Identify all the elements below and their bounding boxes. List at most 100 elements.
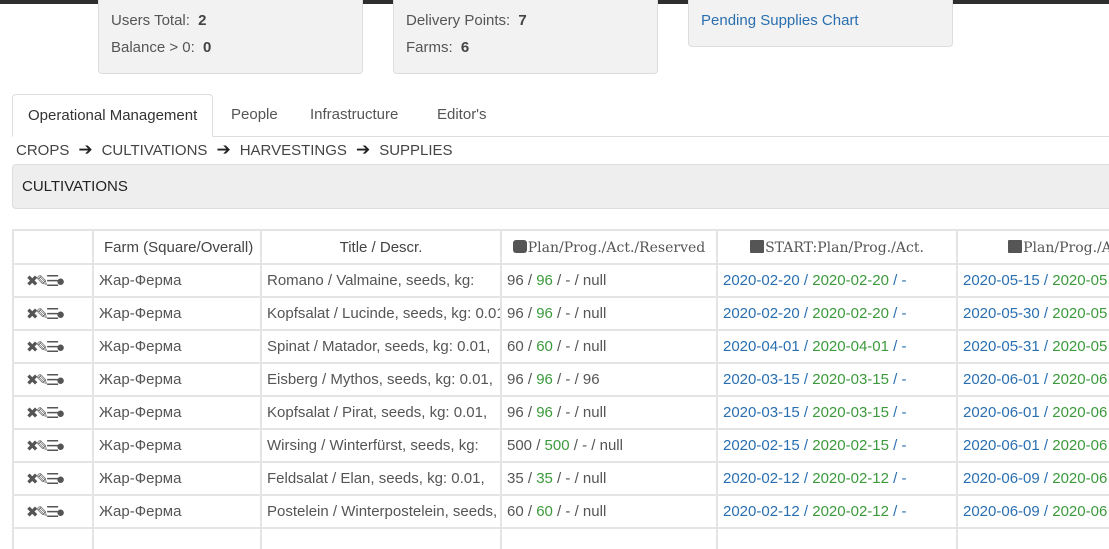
close-icon[interactable]: ✖	[26, 305, 39, 323]
list-icon[interactable]: ☰	[46, 338, 59, 356]
farm-link[interactable]: Жар-Ферма	[92, 362, 262, 397]
plan-value: 60	[507, 338, 524, 355]
close-icon[interactable]: ✖	[26, 338, 39, 356]
balance-stat: Balance > 0: 0	[111, 37, 362, 64]
breadcrumb-crops[interactable]: CROPS	[16, 142, 69, 159]
end-plan-date: 2020-06-01	[963, 371, 1040, 388]
tab-operational-management[interactable]: Operational Management	[12, 94, 214, 137]
start-header[interactable]: START:Plan/Prog./Act.	[716, 229, 958, 265]
apple-icon[interactable]: ●	[56, 504, 66, 521]
end-cell: 2020-06-09 / 2020-06	[956, 494, 1109, 529]
list-icon[interactable]: ☰	[46, 470, 59, 488]
apple-icon[interactable]: ●	[56, 471, 66, 488]
pencil-icon[interactable]: ✎	[36, 503, 49, 521]
actual-value: -	[565, 338, 571, 355]
start-progress-date: 2020-03-15	[812, 371, 889, 388]
list-icon[interactable]: ☰	[46, 437, 59, 455]
list-icon[interactable]: ☰	[46, 404, 59, 422]
tab-editors[interactable]: Editor's	[422, 94, 502, 137]
breadcrumb-harvestings[interactable]: HARVESTINGS	[240, 142, 347, 159]
plan-value: 96	[507, 272, 524, 289]
pencil-icon[interactable]: ✎	[36, 470, 49, 488]
farm-link[interactable]: Жар-Ферма	[92, 263, 262, 298]
apple-icon[interactable]: ●	[56, 273, 66, 290]
apple-icon[interactable]: ●	[56, 339, 66, 356]
farm-link[interactable]: Жар-Ферма	[92, 461, 262, 496]
close-icon[interactable]: ✖	[26, 437, 39, 455]
apple-icon[interactable]: ●	[56, 306, 66, 323]
end-plan-date: 2020-05-15	[963, 272, 1040, 289]
start-progress-date: 2020-02-15	[812, 437, 889, 454]
farm-header[interactable]: Farm (Square/Overall)	[92, 229, 262, 265]
start-progress-date: 2020-02-12	[812, 470, 889, 487]
apple-icon[interactable]: ●	[56, 405, 66, 422]
breadcrumb-cultivations[interactable]: CULTIVATIONS	[102, 142, 208, 159]
start-plan-date: 2020-03-15	[723, 371, 800, 388]
close-icon[interactable]: ✖	[26, 272, 39, 290]
plan-cell: 35 / 35 / - / null	[500, 461, 718, 496]
start-actual-date: -	[901, 371, 907, 388]
list-icon[interactable]: ☰	[46, 272, 59, 290]
close-icon[interactable]: ✖	[26, 470, 39, 488]
weight-icon	[512, 239, 527, 253]
end-cell: 2020-06-01 / 2020-06	[956, 428, 1109, 463]
users-total-stat: Users Total: 2	[111, 10, 362, 37]
delivery-points-label: Delivery Points:	[406, 12, 511, 29]
start-actual-date: -	[901, 470, 907, 487]
list-icon[interactable]: ☰	[46, 371, 59, 389]
actual-value: -	[582, 437, 588, 454]
end-progress-date: 2020-05	[1052, 338, 1108, 355]
reserved-value: null	[599, 437, 623, 454]
end-plan-date: 2020-05-30	[963, 305, 1040, 322]
start-cell: 2020-02-15 / 2020-02-15 / -	[716, 428, 958, 463]
row-actions: ✖✎☰●	[12, 395, 94, 430]
start-actual-date: -	[901, 305, 907, 322]
title-header[interactable]: Title / Descr.	[260, 229, 502, 265]
plan-value: 35	[507, 470, 524, 487]
tab-people[interactable]: People	[216, 94, 293, 137]
plan-cell: 96 / 96 / - / null	[500, 263, 718, 298]
farm-link[interactable]: Жар-Ферма	[92, 494, 262, 529]
list-icon[interactable]: ☰	[46, 305, 59, 323]
start-cell: 2020-02-20 / 2020-02-20 / -	[716, 263, 958, 298]
list-icon[interactable]: ☰	[46, 503, 59, 521]
apple-icon[interactable]: ●	[56, 438, 66, 455]
row-actions: ✖✎☰●	[12, 263, 94, 298]
progress-value: 35	[536, 470, 553, 487]
pencil-icon[interactable]: ✎	[36, 371, 49, 389]
plan-cell: 96 / 96 / - / 96	[500, 362, 718, 397]
apple-icon[interactable]: ●	[56, 372, 66, 389]
farm-link[interactable]: Жар-Ферма	[92, 395, 262, 430]
progress-value: 96	[536, 371, 553, 388]
end-cell: 2020-05-15 / 2020-05	[956, 263, 1109, 298]
plan-value: 96	[507, 305, 524, 322]
pencil-icon[interactable]: ✎	[36, 305, 49, 323]
plan-value: 60	[507, 503, 524, 520]
farms-label: Farms:	[406, 39, 453, 56]
plan-cell: 96 / 96 / - / null	[500, 296, 718, 331]
close-icon[interactable]: ✖	[26, 503, 39, 521]
pencil-icon[interactable]: ✎	[36, 404, 49, 422]
pencil-icon[interactable]: ✎	[36, 338, 49, 356]
farm-link[interactable]: Жар-Ферма	[92, 296, 262, 331]
end-header[interactable]: Plan/Prog./A	[956, 229, 1109, 265]
farm-link[interactable]: Жар-Ферма	[92, 329, 262, 364]
plan-header[interactable]: Plan/Prog./Act./Reserved	[500, 229, 718, 265]
breadcrumb-supplies[interactable]: SUPPLIES	[379, 142, 452, 159]
end-cell: 2020-05-31 / 2020-05	[956, 329, 1109, 364]
pending-supplies-chart-link[interactable]: Pending Supplies Chart	[701, 12, 859, 29]
users-total-value: 2	[198, 12, 207, 29]
close-icon[interactable]: ✖	[26, 404, 39, 422]
farm-link[interactable]: Жар-Ферма	[92, 428, 262, 463]
start-plan-date: 2020-02-15	[723, 437, 800, 454]
close-icon[interactable]: ✖	[26, 371, 39, 389]
cultivations-table-wrapper: Farm (Square/Overall) Title / Descr. Pla…	[12, 229, 1109, 549]
farms-stat: Farms: 6	[406, 37, 657, 64]
pencil-icon[interactable]: ✎	[36, 272, 49, 290]
balance-label: Balance > 0:	[111, 39, 195, 56]
start-plan-date: 2020-02-12	[723, 503, 800, 520]
start-plan-date: 2020-02-20	[723, 305, 800, 322]
plan-cell: 60 / 60 / - / null	[500, 494, 718, 529]
pencil-icon[interactable]: ✎	[36, 437, 49, 455]
tab-infrastructure[interactable]: Infrastructure	[295, 94, 413, 137]
